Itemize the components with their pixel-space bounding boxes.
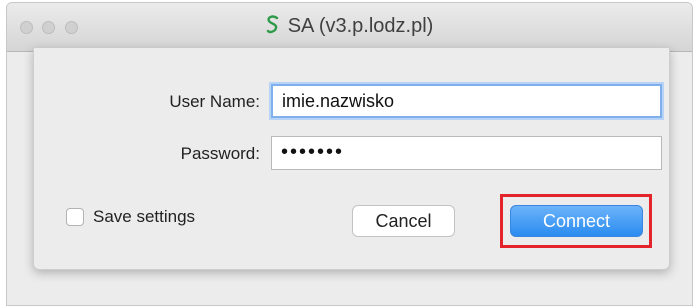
sa-app-icon (266, 15, 280, 41)
cancel-button[interactable]: Cancel (352, 205, 455, 237)
save-settings-row[interactable]: Save settings (66, 207, 195, 227)
password-label: Password: (180, 144, 260, 163)
login-dialog: User Name: Password: ••••••• Save settin… (33, 48, 670, 270)
connect-highlight-annotation (500, 194, 652, 248)
username-label: User Name: (169, 92, 260, 111)
username-field[interactable] (271, 84, 662, 118)
window-title: SA (v3.p.lodz.pl) (287, 15, 434, 37)
title-bar[interactable]: SA (v3.p.lodz.pl) (7, 3, 692, 52)
password-field[interactable]: ••••••• (271, 136, 662, 170)
save-settings-label[interactable]: Save settings (93, 207, 195, 227)
login-window: SA (v3.p.lodz.pl) User Name: Password: •… (6, 2, 693, 306)
window-title-group: SA (v3.p.lodz.pl) (7, 15, 692, 41)
save-settings-checkbox[interactable] (66, 208, 84, 226)
